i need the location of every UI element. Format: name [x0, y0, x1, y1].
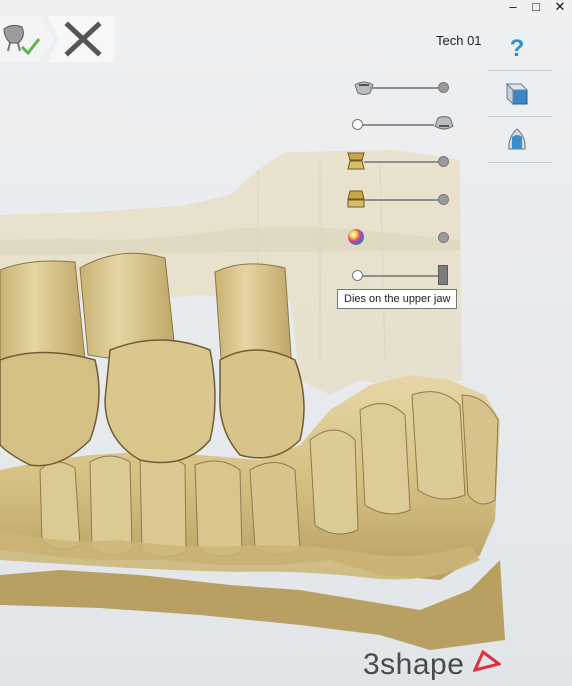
slider-knob[interactable] — [438, 232, 449, 243]
color-map-toggle[interactable] — [346, 227, 452, 249]
tooltip: Dies on the upper jaw — [337, 289, 458, 309]
die-view-icon[interactable] — [503, 125, 531, 153]
slider-knob[interactable] — [438, 194, 449, 205]
slider-track — [364, 161, 444, 163]
upper-jaw-slider[interactable] — [352, 114, 456, 136]
rail-divider — [488, 162, 552, 163]
3d-viewport[interactable] — [0, 0, 572, 686]
slider-end-handle[interactable] — [438, 265, 448, 285]
slider-track — [364, 199, 444, 201]
slider-knob[interactable] — [438, 156, 449, 167]
tooth-check-icon — [3, 24, 41, 56]
slider-knob[interactable] — [438, 82, 449, 93]
lower-jaw-slider[interactable] — [352, 77, 452, 99]
color-sphere-icon — [348, 229, 364, 245]
slider-knob[interactable] — [352, 270, 363, 281]
help-icon[interactable]: ? — [503, 35, 531, 63]
slider-track — [370, 87, 444, 89]
slider-track — [356, 124, 434, 126]
upper-jaw-icon — [434, 116, 454, 130]
die-lower-slider[interactable] — [346, 189, 452, 211]
brand-logo: 3shape — [363, 648, 503, 682]
dies-upper-jaw-slider[interactable] — [352, 265, 452, 287]
slider-knob[interactable] — [352, 119, 363, 130]
view-cube-icon[interactable] — [503, 80, 531, 108]
logo-triangle-icon — [472, 649, 503, 673]
die-upper-icon — [347, 152, 365, 170]
rail-divider — [488, 116, 552, 117]
logo-text: 3shape — [363, 648, 465, 681]
slider-track — [356, 275, 440, 277]
die-upper-slider[interactable] — [346, 151, 452, 173]
user-name: Tech 01 — [436, 33, 482, 48]
die-lower-icon — [347, 190, 365, 208]
maximize-button[interactable]: □ — [526, 0, 546, 14]
rail-divider — [488, 70, 552, 71]
close-window-button[interactable]: ✕ — [550, 0, 570, 14]
minimize-button[interactable]: – — [503, 0, 523, 14]
close-x-icon — [64, 21, 102, 57]
upper-jaw-dies — [0, 252, 305, 467]
